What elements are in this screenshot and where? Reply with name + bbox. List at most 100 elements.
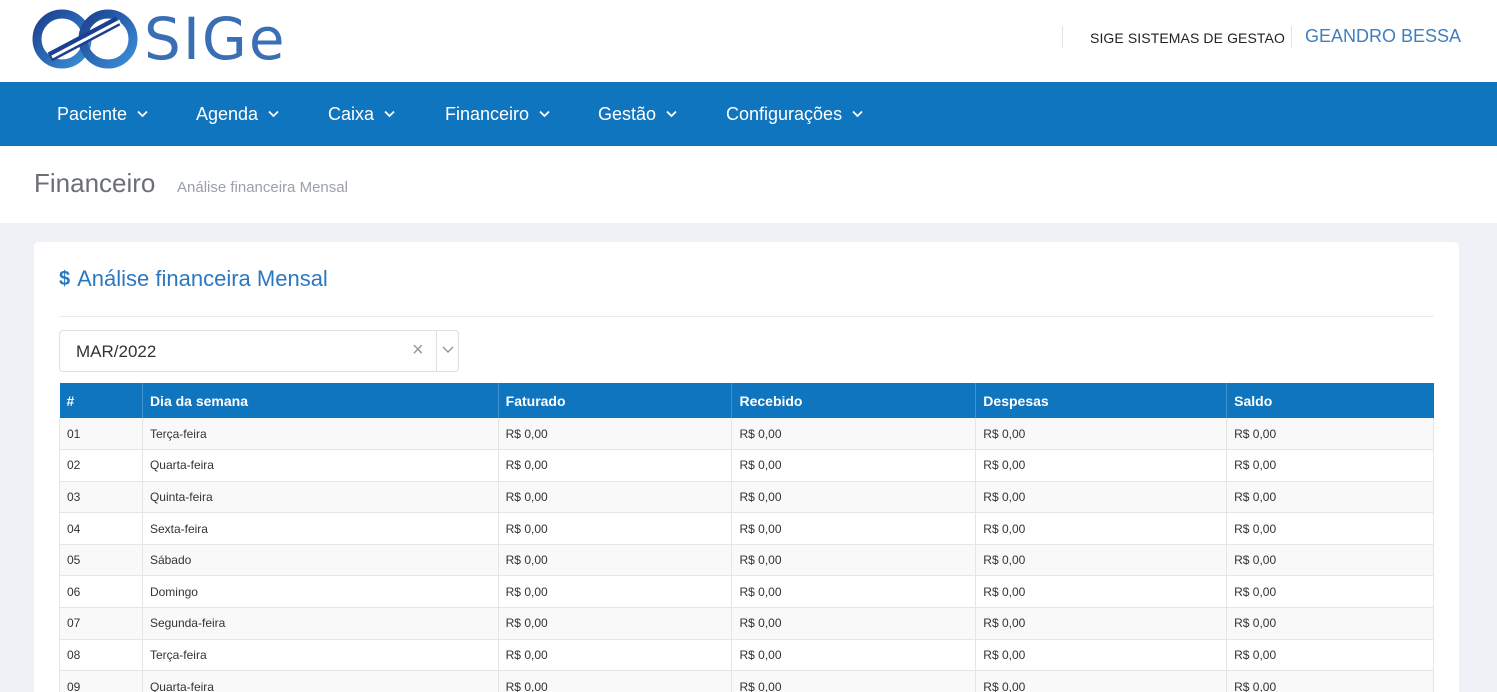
table-cell: R$ 0,00: [498, 670, 733, 692]
table-cell: 09: [59, 670, 143, 692]
table-cell: R$ 0,00: [498, 607, 733, 640]
table-header-row: # Dia da semana Faturado Recebido Despes…: [59, 383, 1434, 418]
table-cell: R$ 0,00: [731, 639, 977, 672]
table-cell: R$ 0,00: [498, 639, 733, 672]
table-row: 09 Quarta-feira R$ 0,00 R$ 0,00 R$ 0,00 R$ 0,…: [59, 670, 1434, 692]
chevron-down-icon: [137, 110, 148, 118]
table-cell: Sexta-feira: [142, 512, 499, 545]
chevron-down-icon[interactable]: [442, 345, 454, 355]
table-cell: Quarta-feira: [142, 449, 499, 482]
nav-label: Gestão: [598, 103, 657, 124]
month-select[interactable]: MAR/2022 ×: [59, 330, 459, 372]
table-cell: 02: [59, 449, 143, 482]
table-cell: R$ 0,00: [731, 449, 977, 482]
table-row: 03 Quinta-feira R$ 0,00 R$ 0,00 R$ 0,00 R$ 0,…: [59, 481, 1434, 514]
portlet-title: $ Análise financeira Mensal: [59, 266, 328, 292]
header-divider: [1062, 26, 1063, 48]
chevron-down-icon: [666, 110, 677, 118]
chevron-down-icon: [539, 110, 550, 118]
nav-label: Financeiro: [445, 103, 530, 124]
header-divider: [1291, 26, 1292, 48]
column-header[interactable]: Dia da semana: [142, 383, 499, 418]
table-cell: R$ 0,00: [1226, 481, 1434, 514]
select-divider: [436, 331, 437, 371]
column-header[interactable]: Faturado: [498, 383, 733, 418]
table-cell: R$ 0,00: [975, 481, 1228, 514]
table-cell: 01: [59, 418, 143, 451]
table-cell: R$ 0,00: [498, 418, 733, 451]
table-cell: R$ 0,00: [975, 512, 1228, 545]
table-row: 07 Segunda-feira R$ 0,00 R$ 0,00 R$ 0,00 R$ 0…: [59, 607, 1434, 640]
table-cell: 03: [59, 481, 143, 514]
top-header: SIGe SIGE SISTEMAS DE GESTAO GEANDRO BES…: [0, 0, 1497, 82]
table-cell: R$ 0,00: [731, 481, 977, 514]
table-cell: R$ 0,00: [975, 418, 1228, 451]
table-cell: Terça-feira: [142, 418, 499, 451]
table-row: 05 Sábado R$ 0,00 R$ 0,00 R$ 0,00 R$ 0,00: [59, 544, 1434, 577]
table-cell: Sábado: [142, 544, 499, 577]
table-cell: Quarta-feira: [142, 670, 499, 692]
table-cell: R$ 0,00: [731, 670, 977, 692]
table-cell: R$ 0,00: [1226, 575, 1434, 609]
user-name-link[interactable]: GEANDRO BESSA: [1305, 26, 1461, 47]
table-cell: R$ 0,00: [1226, 418, 1434, 451]
column-header[interactable]: Saldo: [1226, 383, 1434, 418]
table-cell: 05: [59, 544, 143, 577]
chevron-down-icon: [268, 110, 279, 118]
column-header[interactable]: #: [59, 383, 143, 418]
table-cell: 06: [59, 575, 143, 609]
table-cell: 08: [59, 639, 143, 672]
table-cell: R$ 0,00: [498, 544, 733, 577]
nav-label: Paciente: [57, 103, 128, 124]
divider: [59, 316, 1434, 317]
nav-item-configuracoes[interactable]: Configurações: [726, 82, 863, 146]
clear-icon[interactable]: ×: [412, 339, 424, 362]
table-row: 08 Terça-feira R$ 0,00 R$ 0,00 R$ 0,00 R$ 0,0…: [59, 639, 1434, 672]
logo-infinity-icon: [32, 9, 138, 69]
table-cell: 07: [59, 607, 143, 640]
table-cell: R$ 0,00: [498, 512, 733, 545]
table-cell: R$ 0,00: [731, 544, 977, 577]
table-row: 04 Sexta-feira R$ 0,00 R$ 0,00 R$ 0,00 R$ 0,0…: [59, 512, 1434, 545]
table-cell: R$ 0,00: [1226, 512, 1434, 545]
page-subtitle: Análise financeira Mensal: [177, 179, 348, 196]
nav-item-agenda[interactable]: Agenda: [196, 82, 279, 146]
nav-item-paciente[interactable]: Paciente: [57, 82, 148, 146]
nav-label: Caixa: [328, 103, 375, 124]
page-title: Financeiro: [34, 168, 156, 198]
nav-item-caixa[interactable]: Caixa: [328, 82, 395, 146]
page-title-bar: Financeiro Análise financeira Mensal: [0, 146, 1497, 223]
chevron-down-icon: [852, 110, 863, 118]
table-row: 01 Terça-feira R$ 0,00 R$ 0,00 R$ 0,00 R$ 0,0…: [59, 418, 1434, 451]
table-cell: R$ 0,00: [975, 449, 1228, 482]
monthly-table: # Dia da semana Faturado Recebido Despes…: [59, 383, 1434, 692]
table-cell: R$ 0,00: [731, 575, 977, 609]
dollar-icon: $: [59, 267, 71, 290]
column-header[interactable]: Recebido: [731, 383, 977, 418]
nav-label: Configurações: [726, 103, 843, 124]
table-cell: R$ 0,00: [731, 418, 977, 451]
column-header[interactable]: Despesas: [975, 383, 1228, 418]
chevron-down-icon: [384, 110, 395, 118]
table-cell: R$ 0,00: [498, 575, 733, 609]
main-nav: Paciente Agenda Caixa Financeiro Gestão …: [0, 82, 1497, 146]
nav-item-gestao[interactable]: Gestão: [598, 82, 677, 146]
nav-label: Agenda: [196, 103, 259, 124]
table-cell: R$ 0,00: [975, 670, 1228, 692]
table-cell: R$ 0,00: [975, 544, 1228, 577]
company-name[interactable]: SIGE SISTEMAS DE GESTAO: [1090, 30, 1285, 46]
table-row: 06 Domingo R$ 0,00 R$ 0,00 R$ 0,00 R$ 0,00: [59, 575, 1434, 609]
table-cell: R$ 0,00: [1226, 544, 1434, 577]
table-cell: R$ 0,00: [731, 512, 977, 545]
table-cell: Quinta-feira: [142, 481, 499, 514]
table-cell: Terça-feira: [142, 639, 499, 672]
table-cell: R$ 0,00: [1226, 670, 1434, 692]
logo-text: SIGe: [144, 5, 287, 73]
month-select-value: MAR/2022: [76, 342, 157, 361]
sige-logo[interactable]: SIGe: [32, 6, 302, 72]
table-cell: R$ 0,00: [498, 449, 733, 482]
table-cell: 04: [59, 512, 143, 545]
nav-item-financeiro[interactable]: Financeiro: [445, 82, 550, 146]
table-cell: R$ 0,00: [1226, 449, 1434, 482]
table-body: 01 Terça-feira R$ 0,00 R$ 0,00 R$ 0,00 R$ 0,0…: [59, 418, 1434, 692]
